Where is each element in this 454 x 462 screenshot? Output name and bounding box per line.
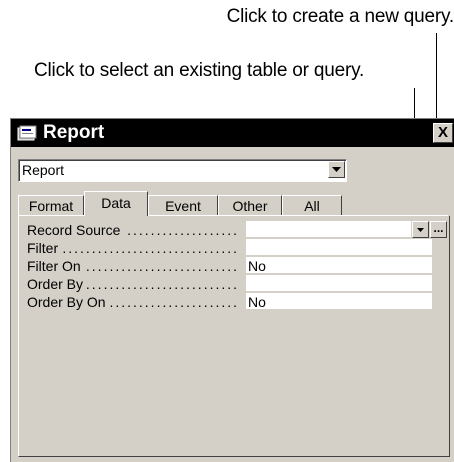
property-row-order-by[interactable]: .................................... Ord… bbox=[27, 275, 447, 293]
property-label: Order By On bbox=[27, 294, 110, 310]
chevron-down-icon[interactable] bbox=[412, 221, 429, 238]
record-source-field[interactable] bbox=[246, 221, 411, 238]
tab-all[interactable]: All bbox=[282, 195, 342, 215]
property-label: Filter bbox=[27, 240, 63, 256]
chevron-down-icon[interactable] bbox=[328, 161, 345, 178]
property-label: Order By bbox=[27, 276, 88, 292]
property-row-filter[interactable]: .................................... Fil… bbox=[27, 239, 447, 257]
close-button[interactable]: X bbox=[433, 123, 453, 143]
window-title: Report bbox=[43, 122, 105, 143]
order-by-on-field[interactable]: No bbox=[246, 293, 432, 310]
property-row-record-source[interactable]: .................................... Rec… bbox=[27, 221, 447, 239]
tab-other[interactable]: Other bbox=[218, 195, 282, 215]
filter-on-field[interactable]: No bbox=[246, 257, 432, 274]
property-row-order-by-on[interactable]: .................................... Ord… bbox=[27, 293, 447, 311]
filter-field[interactable] bbox=[246, 239, 432, 256]
property-label: Filter On bbox=[27, 258, 85, 274]
property-label: Record Source bbox=[27, 222, 125, 238]
callout-existing-table: Click to select an existing table or que… bbox=[34, 60, 365, 81]
order-by-field[interactable] bbox=[246, 275, 432, 292]
report-icon bbox=[17, 125, 39, 141]
callout-new-query: Click to create a new query. bbox=[226, 6, 454, 27]
tab-data[interactable]: Data bbox=[84, 191, 148, 216]
builder-button[interactable]: ... bbox=[430, 221, 447, 238]
property-row-filter-on[interactable]: .................................... Fil… bbox=[27, 257, 447, 275]
title-bar[interactable]: Report X bbox=[11, 119, 454, 147]
property-list: .................................... Rec… bbox=[18, 216, 450, 457]
object-selector[interactable]: Report bbox=[18, 159, 347, 182]
property-sheet-window: Report X Report Format Data Event Other … bbox=[10, 118, 454, 462]
object-selector-value: Report bbox=[22, 162, 65, 178]
tab-event[interactable]: Event bbox=[148, 195, 218, 215]
tab-format[interactable]: Format bbox=[18, 195, 84, 215]
